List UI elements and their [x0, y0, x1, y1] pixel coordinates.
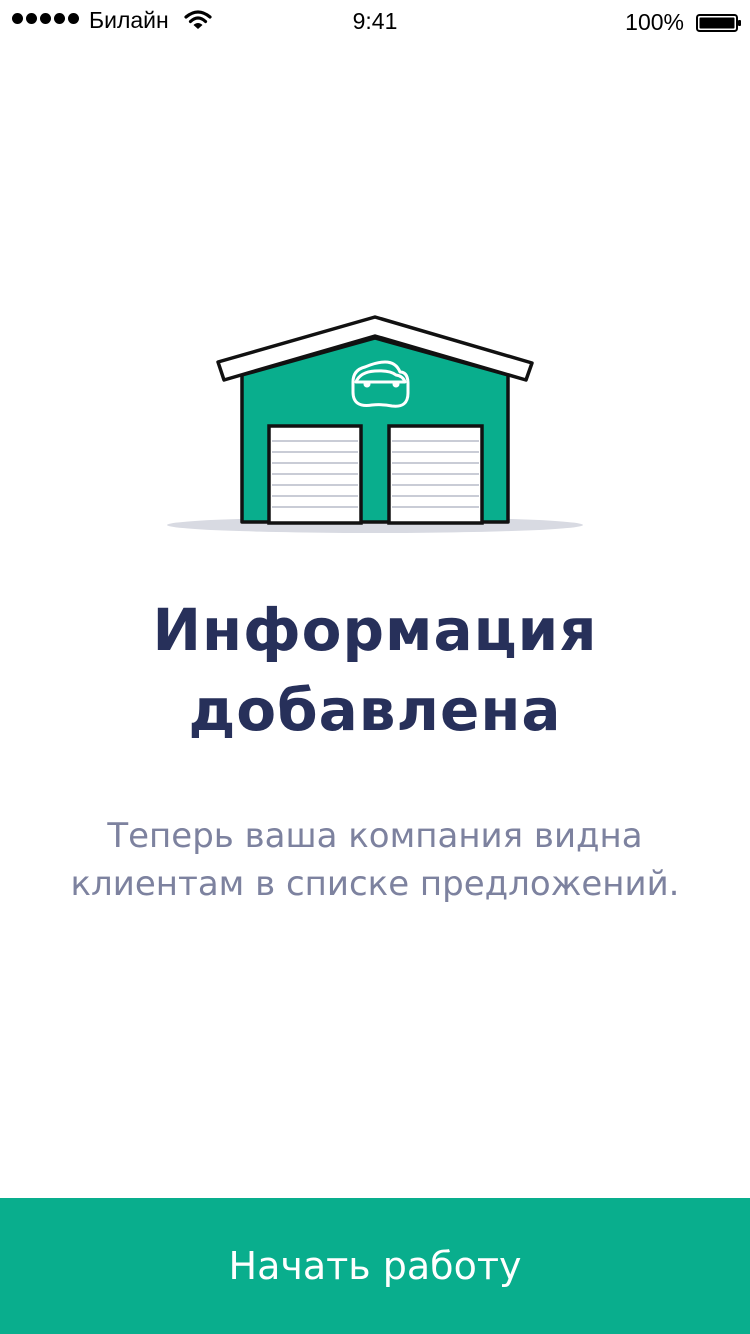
garage-illustration	[160, 300, 590, 540]
garage-door-left	[267, 424, 363, 525]
start-work-button[interactable]: Начать работу	[0, 1198, 750, 1334]
battery-icon	[696, 11, 741, 32]
description-line-1: Теперь ваша компания видна	[107, 816, 643, 856]
battery-percentage: 100%	[625, 9, 684, 35]
page-title: Информация добавлена	[40, 590, 710, 750]
start-work-button-label: Начать работу	[228, 1244, 522, 1288]
title-line-1: Информация	[152, 596, 598, 664]
description-text: Теперь ваша компания видна клиентам в сп…	[50, 812, 700, 908]
garage-door-right	[387, 424, 484, 525]
description-line-2: клиентам в списке предложений.	[70, 864, 680, 904]
title-line-2: добавлена	[188, 676, 562, 744]
status-bar: Билайн 9:41 100%	[0, 0, 750, 40]
